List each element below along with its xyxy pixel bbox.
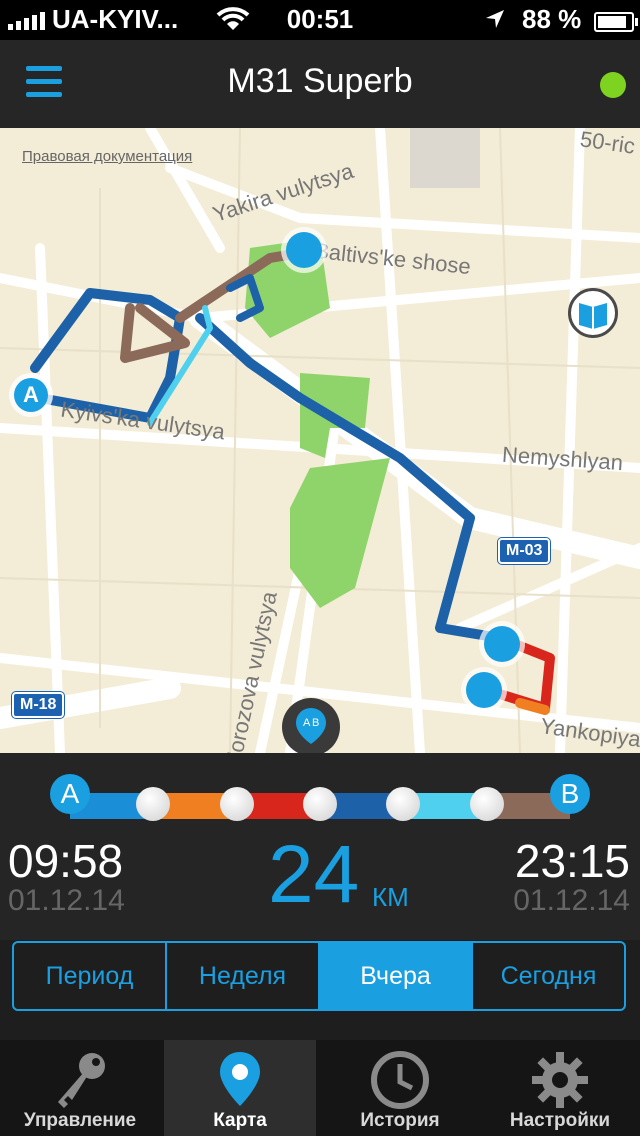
road-shield: M-03 xyxy=(498,538,551,564)
battery-percent: 88 % xyxy=(522,4,582,34)
tab-bar: Управление Карта История Настройки xyxy=(0,1040,640,1136)
start-time: 09:58 xyxy=(8,835,124,887)
timeline-end-marker: B xyxy=(550,774,590,814)
end-date: 01.12.14 xyxy=(513,884,630,917)
period-option-week[interactable]: Неделя xyxy=(167,943,320,1009)
route-segment-timeline[interactable] xyxy=(70,787,570,821)
start-marker[interactable]: A xyxy=(14,378,48,412)
tab-settings[interactable]: Настройки xyxy=(480,1040,640,1136)
period-segmented-control: Период Неделя Вчера Сегодня xyxy=(12,941,626,1011)
connection-status-dot xyxy=(600,72,626,98)
tab-label: Управление xyxy=(23,1110,137,1131)
end-time: 23:15 xyxy=(514,835,630,887)
gear-icon xyxy=(532,1052,588,1108)
location-arrow-icon xyxy=(486,10,504,28)
period-option-period[interactable]: Период xyxy=(14,943,167,1009)
segment-divider-node[interactable] xyxy=(219,787,254,821)
period-filter-bar: Период Неделя Вчера Сегодня xyxy=(0,940,640,1040)
route-point[interactable] xyxy=(286,232,322,268)
start-date: 01.12.14 xyxy=(8,884,125,917)
tab-map[interactable]: Карта xyxy=(164,1040,316,1136)
map-canvas[interactable] xyxy=(0,128,640,753)
route-ab-icon[interactable]: A B xyxy=(282,698,340,753)
route-point[interactable] xyxy=(466,672,502,708)
distance-unit: КМ xyxy=(372,882,409,912)
map-view[interactable]: Правовая документация Yakira vulytsya Ba… xyxy=(0,128,640,753)
legal-link[interactable]: Правовая документация xyxy=(22,148,192,165)
battery-icon xyxy=(594,12,638,32)
period-option-yesterday[interactable]: Вчера xyxy=(320,943,473,1009)
segment-divider-node[interactable] xyxy=(303,787,337,821)
tab-label: Карта xyxy=(213,1110,267,1131)
status-bar: UA-KYIV... 00:51 88 % xyxy=(0,0,640,40)
header-bar: M31 Superb xyxy=(0,40,640,128)
map-pin-icon xyxy=(220,1052,260,1106)
distance-value: 24 xyxy=(268,829,360,920)
road-shield: M-18 xyxy=(12,692,65,718)
period-option-today[interactable]: Сегодня xyxy=(473,943,624,1009)
clock-icon xyxy=(371,1051,429,1109)
page-title: M31 Superb xyxy=(227,62,413,100)
tab-control[interactable]: Управление xyxy=(0,1040,160,1136)
segment-divider-node[interactable] xyxy=(469,787,504,821)
tab-label: История xyxy=(360,1110,440,1131)
tab-label: Настройки xyxy=(509,1110,611,1131)
route-point[interactable] xyxy=(484,626,520,662)
timeline-start-marker: A xyxy=(50,774,90,814)
svg-text:A: A xyxy=(303,717,311,729)
tab-history[interactable]: История xyxy=(320,1040,480,1136)
map-book-icon[interactable] xyxy=(568,288,618,338)
svg-text:B: B xyxy=(312,717,319,729)
key-icon xyxy=(58,1053,105,1108)
